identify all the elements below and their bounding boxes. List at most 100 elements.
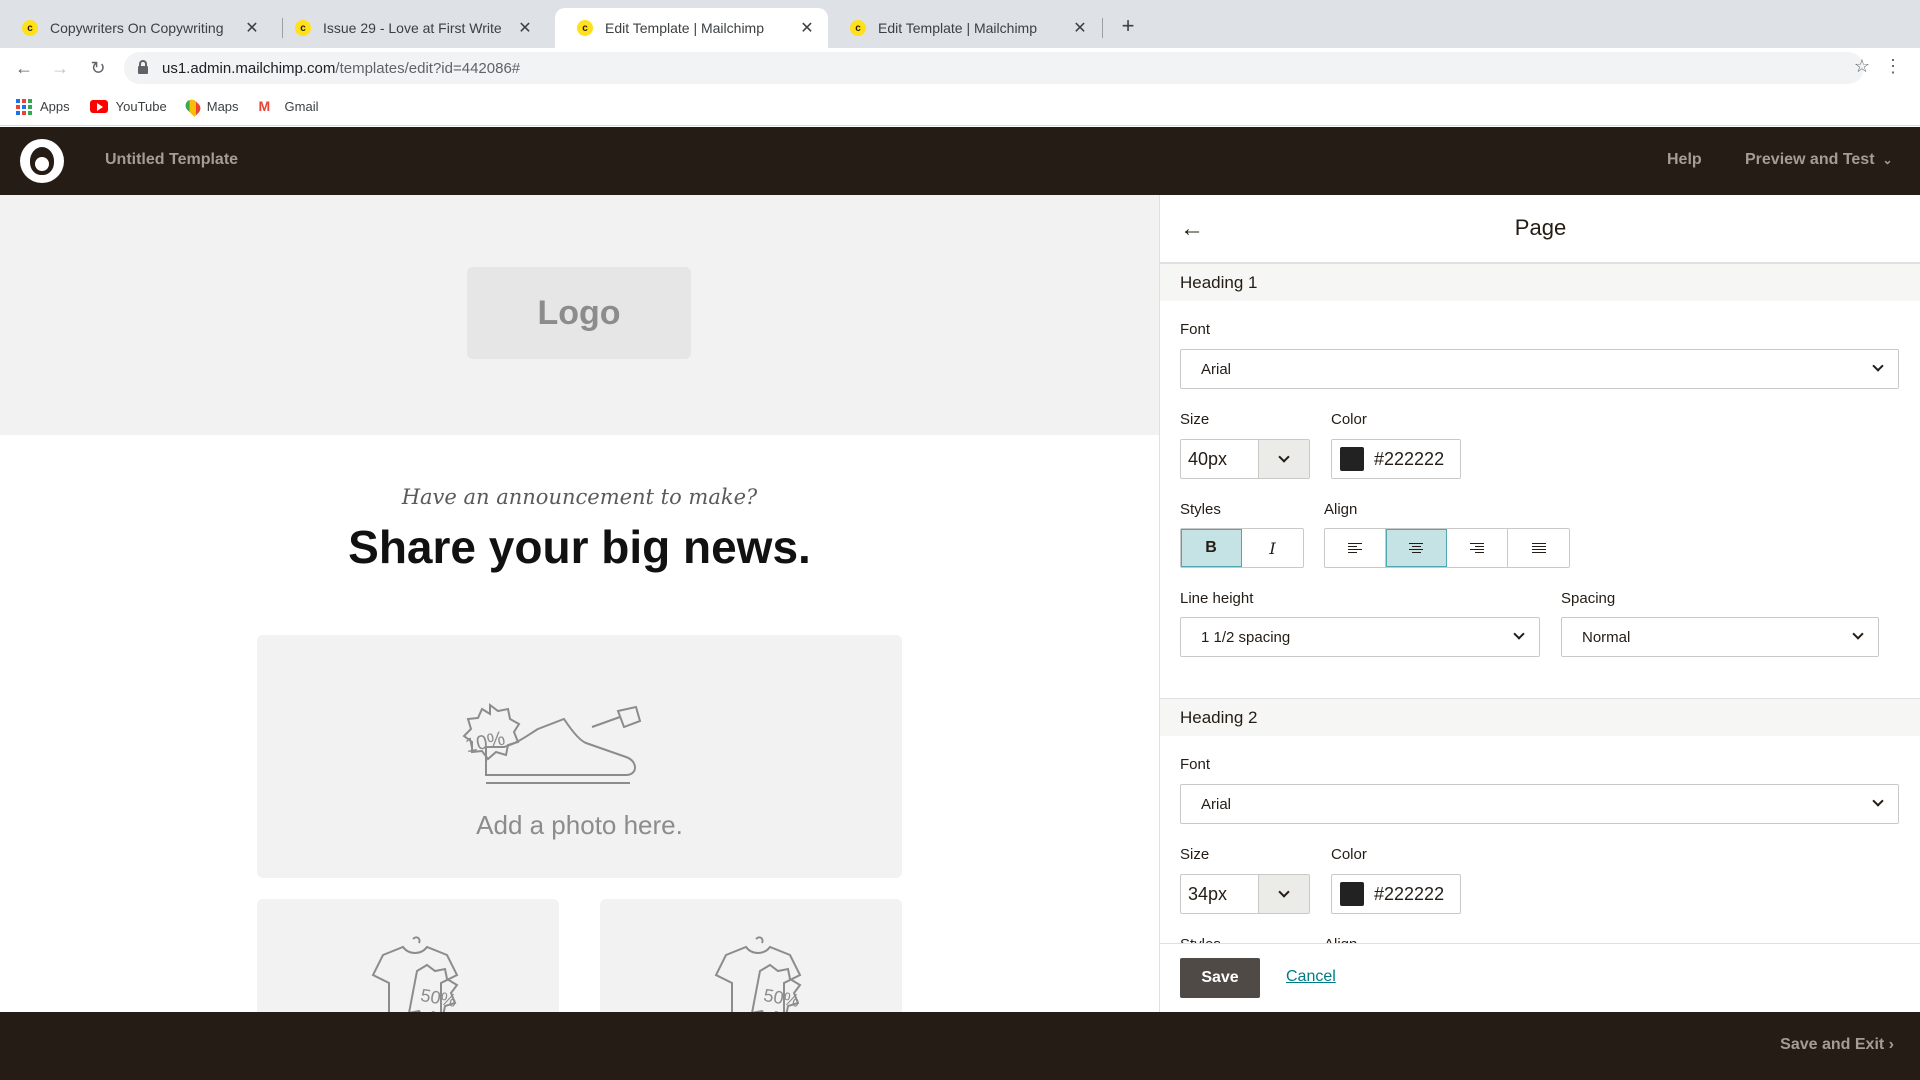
heading1-size-select[interactable]: 40px [1180,439,1310,479]
panel-title: Page [1514,215,1567,240]
shirt-sale-icon: 50% [714,936,802,1012]
font-value: Arial [1201,795,1232,813]
heading2-section-header[interactable]: Heading 2 [1160,698,1920,736]
align-justify-button[interactable] [1508,529,1569,567]
size-label: Size [1180,846,1210,863]
bookmark-maps[interactable]: Maps [182,96,239,117]
font-label: Font [1180,756,1211,773]
help-link[interactable]: Help [1667,151,1702,169]
gmail-icon: M [258,98,271,114]
color-swatch[interactable] [1340,882,1364,906]
chevron-down-icon[interactable] [1257,875,1309,913]
product-placeholder[interactable]: 50% [600,899,902,1012]
tab-close-icon[interactable]: ✕ [516,18,534,38]
cancel-link[interactable]: Cancel [1286,968,1336,986]
back-icon[interactable]: ← [12,56,36,80]
lock-icon [138,60,148,74]
reload-icon[interactable]: ↻ [86,56,110,80]
line-height-label: Line height [1180,590,1254,607]
browser-menu-icon[interactable]: ⋮ [1884,56,1902,77]
browser-tab[interactable]: c Edit Template | Mailchimp ✕ [828,8,1101,48]
tab-title: Edit Template | Mailchimp [878,20,1037,36]
bookmark-youtube[interactable]: YouTube [89,99,167,114]
align-label: Align [1324,501,1358,518]
browser-tab[interactable]: c Copywriters On Copywriting ✕ [0,8,273,48]
align-right-icon [1470,543,1484,553]
badge-50-text: 50% [419,985,458,1011]
logo-placeholder[interactable]: Logo [467,267,691,359]
bookmark-gmail[interactable]: M Gmail [259,99,319,114]
align-left-button[interactable] [1325,529,1386,567]
new-tab-icon[interactable]: + [1116,14,1140,38]
panel-footer: Save Cancel [1160,943,1920,1012]
template-name[interactable]: Untitled Template [105,151,238,169]
size-label: Size [1180,411,1210,428]
mailchimp-favicon-icon: c [22,20,38,36]
mailchimp-logo-icon[interactable] [20,139,64,183]
youtube-icon [89,100,108,113]
spacing-label: Spacing [1561,590,1616,607]
tab-title: Edit Template | Mailchimp [605,20,764,36]
mailchimp-favicon-icon: c [577,20,593,36]
badge-50-text: 50% [762,985,801,1011]
heading2-size-select[interactable]: 34px [1180,874,1310,914]
save-button[interactable]: Save [1180,958,1260,998]
bold-button[interactable]: B [1181,529,1242,567]
line-height-value: 1 1/2 spacing [1201,628,1291,646]
color-value: #222222 [1374,448,1445,469]
color-swatch[interactable] [1340,447,1364,471]
bookmark-label: Apps [40,99,70,114]
browser-tab-active[interactable]: c Edit Template | Mailchimp ✕ [555,8,828,48]
forward-icon[interactable]: → [48,56,72,80]
shirt-sale-icon: 50% [371,936,459,1012]
email-canvas: Logo Have an announcement to make? Share… [0,195,1159,1012]
font-value: Arial [1201,360,1232,378]
bookmark-apps[interactable]: Apps [16,98,70,115]
heading2-color-field[interactable]: #222222 [1331,874,1461,914]
heading1-color-field[interactable]: #222222 [1331,439,1461,479]
logo-section[interactable]: Logo [0,195,1159,435]
url-path: /templates/edit?id=442086# [335,59,521,77]
add-photo-label: Add a photo here. [476,810,683,840]
chevron-down-icon: ⌄ [1882,153,1893,167]
heading1-spacing-select[interactable]: Normal [1561,617,1879,657]
apps-grid-icon [16,98,32,115]
align-center-button[interactable] [1386,529,1447,567]
tab-close-icon[interactable]: ✕ [1071,18,1089,38]
spacing-value: Normal [1582,628,1631,646]
style-settings-panel: ← Page Heading 1 Font Arial Size 40px Co… [1159,195,1920,1012]
headline[interactable]: Share your big news. [0,520,1159,574]
align-left-icon [1348,543,1362,553]
bookmark-label: Maps [206,99,239,114]
size-value: 40px [1188,449,1228,469]
announcement-tagline[interactable]: Have an announcement to make? [0,485,1159,509]
url-host: us1.admin.mailchimp.com [162,59,336,77]
heading1-align-buttons [1324,528,1570,568]
tab-title: Copywriters On Copywriting [50,20,224,36]
chevron-down-icon [1872,795,1884,807]
italic-button[interactable]: I [1242,529,1303,567]
preview-label: Preview and Test [1745,151,1875,168]
heading1-style-buttons: B I [1180,528,1304,568]
bookmark-star-icon[interactable]: ☆ [1854,56,1870,77]
maps-pin-icon [182,96,203,117]
photo-placeholder[interactable]: 10% Add a photo here. [257,635,902,878]
align-right-button[interactable] [1447,529,1508,567]
heading2-font-select[interactable]: Arial [1180,784,1899,824]
preview-and-test-menu[interactable]: Preview and Test ⌄ [1745,151,1893,169]
bookmark-label: Gmail [284,99,319,114]
font-label: Font [1180,321,1211,338]
heading1-section-header[interactable]: Heading 1 [1160,263,1920,301]
chevron-down-icon [1852,628,1864,640]
tab-close-icon[interactable]: ✕ [798,18,816,38]
address-bar[interactable]: us1.admin.mailchimp.com/templates/edit?i… [124,52,1864,84]
color-value: #222222 [1374,883,1445,904]
browser-tab[interactable]: c Issue 29 - Love at First Write ✕ [273,8,546,48]
save-and-exit-button[interactable]: Save and Exit › [1780,1036,1894,1054]
heading1-font-select[interactable]: Arial [1180,349,1899,389]
chevron-down-icon[interactable] [1257,440,1309,478]
color-label: Color [1331,846,1367,863]
product-placeholder[interactable]: 50% [257,899,559,1012]
tab-close-icon[interactable]: ✕ [243,18,261,38]
heading1-line-height-select[interactable]: 1 1/2 spacing [1180,617,1540,657]
